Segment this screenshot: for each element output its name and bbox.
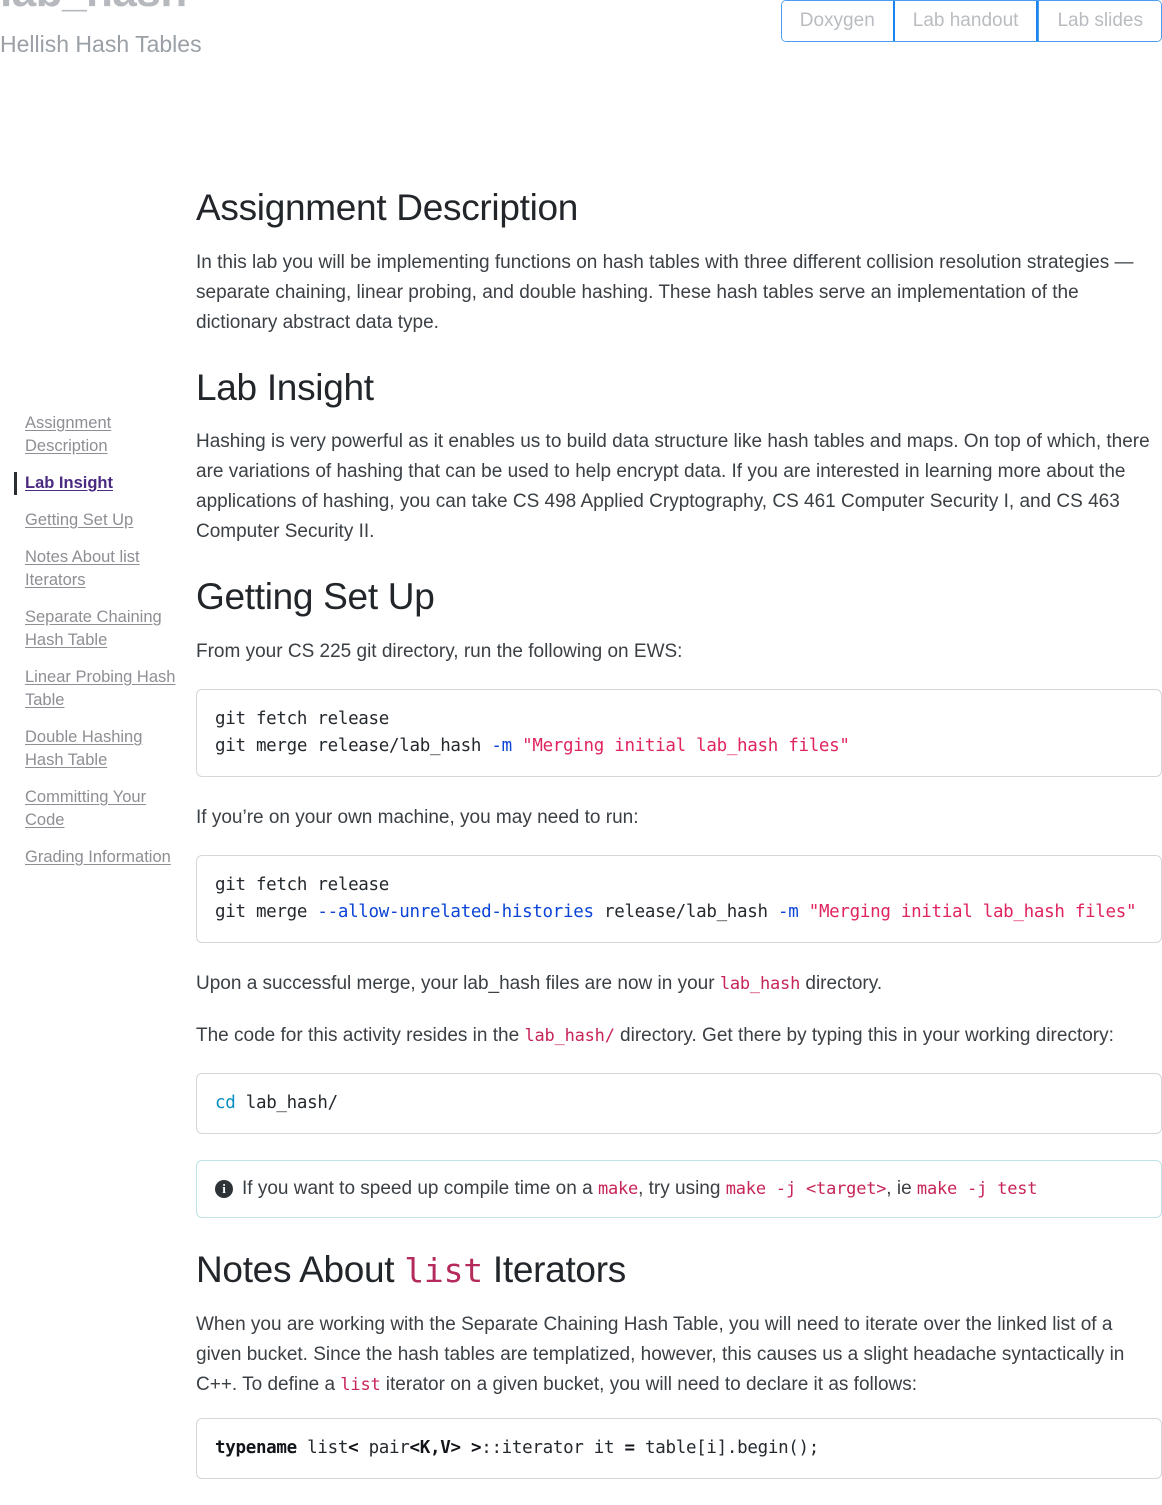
toc-link-label[interactable]: Grading Information: [25, 848, 171, 866]
main-content: Assignment Description In this lab you w…: [196, 186, 1162, 1505]
toc-link-label[interactable]: Committing Your Code: [25, 788, 146, 829]
inline-code-make-j-target: make -j <target>: [725, 1178, 887, 1199]
code-operator: <: [348, 1437, 359, 1458]
heading-notes-about-list-iterators: Notes About list Iterators: [196, 1248, 1162, 1292]
paragraph-code-directory: The code for this activity resides in th…: [196, 1021, 1162, 1051]
paragraph-list-iterator-explanation: When you are working with the Separate C…: [196, 1310, 1162, 1400]
code-flag-allow-unrelated: --allow-unrelated-histories: [317, 901, 594, 922]
code-command-cd: cd: [215, 1092, 236, 1113]
inline-code-list: list: [404, 1250, 483, 1290]
heading-lab-insight: Lab Insight: [196, 366, 374, 408]
text-fragment: , try using: [638, 1177, 726, 1199]
inline-code-lab-hash-dir: lab_hash/: [524, 1025, 615, 1046]
paragraph-assignment-description: In this lab you will be implementing fun…: [196, 251, 1134, 333]
toc-item-notes-about-list-iterators[interactable]: Notes About list Iterators: [0, 546, 176, 592]
code-path: lab_hash/: [235, 1092, 338, 1113]
toc-link-label[interactable]: Linear Probing Hash Table: [25, 668, 175, 709]
code-template-args: <K,V>: [409, 1437, 461, 1458]
paragraph-own-machine-intro: If you’re on your own machine, you may n…: [196, 806, 639, 828]
toc-link-label[interactable]: Separate Chaining Hash Table: [25, 608, 162, 649]
code-block-git-merge-own-machine[interactable]: git fetch release git merge --allow-unre…: [196, 854, 1162, 943]
toc-item-getting-set-up[interactable]: Getting Set Up: [0, 509, 176, 532]
text-fragment: directory. Get there by typing this in y…: [614, 1024, 1114, 1046]
code-string: "Merging initial lab_hash files": [511, 735, 850, 756]
inline-code-make-j-test: make -j test: [916, 1178, 1038, 1199]
nav-button-lab-slides[interactable]: Lab slides: [1038, 1, 1161, 41]
code-fragment: pair: [358, 1437, 410, 1458]
code-content: cd lab_hash/: [215, 1090, 1143, 1117]
toc-link-label[interactable]: Lab Insight: [25, 474, 113, 492]
toc-item-assignment-description[interactable]: Assignment Description: [0, 412, 176, 458]
text-fragment: Upon a successful merge, your lab_hash f…: [196, 972, 720, 994]
text-fragment: If you want to speed up compile time on …: [242, 1177, 598, 1199]
nav-button-lab-handout[interactable]: Lab handout: [892, 1, 1039, 41]
code-fragment: ::iterator it: [481, 1437, 625, 1458]
code-string: "Merging initial lab_hash files": [798, 901, 1137, 922]
code-content: git fetch release git merge release/lab_…: [215, 706, 1143, 760]
text-fragment: iterator on a given bucket, you will nee…: [380, 1373, 918, 1395]
toc-link-label[interactable]: Notes About list Iterators: [25, 548, 140, 589]
code-block-list-iterator-declaration[interactable]: typename list< pair<K,V> >::iterator it …: [196, 1417, 1162, 1479]
toc-item-separate-chaining-hash-table[interactable]: Separate Chaining Hash Table: [0, 606, 176, 652]
toc-item-lab-insight[interactable]: Lab Insight: [0, 472, 176, 495]
heading-getting-set-up: Getting Set Up: [196, 576, 435, 618]
inline-code-lab-hash: lab_hash: [719, 973, 801, 994]
heading-text-part-1: Notes About: [196, 1248, 405, 1290]
heading-assignment-description: Assignment Description: [196, 187, 579, 228]
toc-link-label[interactable]: Double Hashing Hash Table: [25, 728, 142, 769]
info-callout-make-speedup: i If you want to speed up compile time o…: [196, 1159, 1162, 1218]
heading-text-part-2: Iterators: [482, 1248, 626, 1290]
site-title: lab_hash: [0, 0, 187, 14]
paragraph-ews-intro: From your CS 225 git directory, run the …: [196, 640, 683, 662]
code-operator: >: [470, 1437, 482, 1458]
code-keyword-typename: typename: [215, 1437, 297, 1458]
toc-link-label[interactable]: Assignment Description: [25, 414, 111, 455]
toc-item-double-hashing-hash-table[interactable]: Double Hashing Hash Table: [0, 726, 176, 772]
masthead: lab_hash Hellish Hash Tables Doxygen Lab…: [0, 0, 1162, 78]
code-line-2-prefix: git merge release/lab_hash: [215, 735, 492, 756]
toc-link-label[interactable]: Getting Set Up: [25, 511, 133, 529]
table-of-contents: Assignment Description Lab Insight Getti…: [0, 412, 176, 883]
code-content: typename list< pair<K,V> >::iterator it …: [215, 1435, 1143, 1462]
site-subtitle: Hellish Hash Tables: [0, 31, 202, 57]
code-content: git fetch release git merge --allow-unre…: [215, 872, 1143, 926]
inline-code-make: make: [597, 1178, 639, 1199]
toc-item-grading-information[interactable]: Grading Information: [0, 846, 176, 869]
toc-item-linear-probing-hash-table[interactable]: Linear Probing Hash Table: [0, 666, 176, 712]
paragraph-lab-insight: Hashing is very powerful as it enables u…: [196, 431, 1150, 543]
code-block-cd-lab-hash[interactable]: cd lab_hash/: [196, 1072, 1162, 1134]
code-flag: -m: [491, 735, 512, 756]
code-fragment: table[i].begin();: [634, 1437, 820, 1458]
code-line-1: git fetch release: [215, 708, 390, 729]
text-fragment: , ie: [886, 1177, 917, 1199]
info-icon: i: [215, 1179, 233, 1198]
text-fragment: directory.: [800, 972, 883, 994]
code-flag-m: -m: [777, 901, 799, 922]
text-fragment: The code for this activity resides in th…: [196, 1024, 525, 1046]
paragraph-after-merge: Upon a successful merge, your lab_hash f…: [196, 969, 1162, 999]
inline-code-list: list: [340, 1374, 381, 1395]
nav-button-group: Doxygen Lab handout Lab slides: [780, 0, 1162, 42]
toc-item-committing-your-code[interactable]: Committing Your Code: [0, 786, 176, 832]
code-fragment: [461, 1438, 471, 1458]
code-operator-assign: =: [624, 1437, 636, 1458]
nav-button-doxygen[interactable]: Doxygen: [781, 1, 893, 41]
code-line-2-prefix: git merge: [215, 901, 318, 922]
callout-text: If you want to speed up compile time on …: [242, 1176, 1143, 1202]
code-mid: release/lab_hash: [593, 901, 778, 922]
code-block-git-merge-ews[interactable]: git fetch release git merge release/lab_…: [196, 688, 1162, 777]
code-fragment: list: [296, 1437, 349, 1458]
code-line-1: git fetch release: [215, 874, 390, 895]
